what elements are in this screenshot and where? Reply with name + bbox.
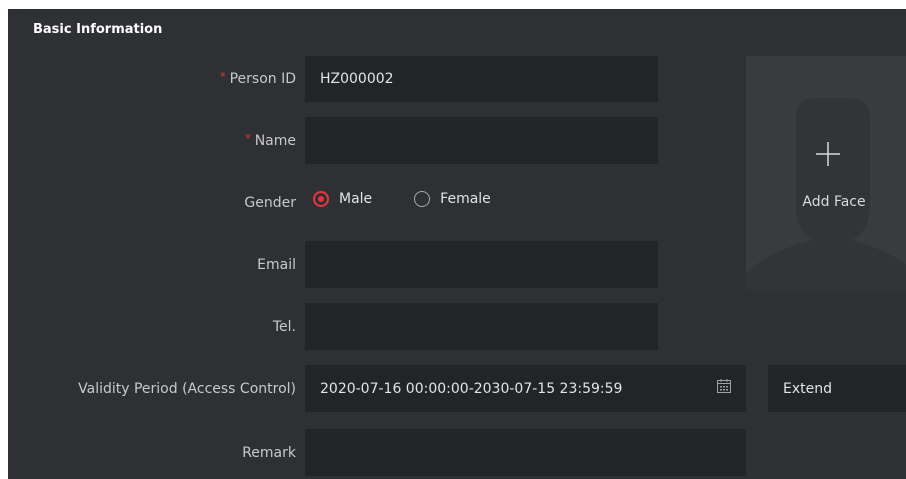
email-label: Email: [257, 257, 296, 273]
gender-radio-group: Male Female: [313, 191, 491, 207]
section-title: Basic Information: [33, 22, 163, 37]
validity-period-input[interactable]: 2020-07-16 00:00:00-2030-07-15 23:59:59: [305, 365, 746, 412]
gender-option-label: Male: [339, 191, 373, 207]
person-id-value: HZ000002: [320, 71, 394, 87]
gender-option-male[interactable]: Male: [313, 191, 372, 207]
email-input[interactable]: [305, 241, 658, 288]
radio-checked-icon[interactable]: [313, 191, 329, 207]
name-label-text: Name: [254, 133, 296, 149]
extend-value: Extend: [783, 380, 832, 397]
tel-input[interactable]: [305, 303, 658, 350]
plus-icon[interactable]: [815, 141, 841, 167]
required-mark: *: [245, 132, 251, 145]
gender-option-label: Female: [440, 191, 491, 207]
add-face-button[interactable]: Add Face: [746, 56, 906, 291]
gender-label: Gender: [244, 195, 296, 211]
name-label: * Name: [245, 132, 296, 149]
person-id-label: * Person ID: [220, 70, 296, 87]
remark-input[interactable]: [305, 429, 746, 476]
name-input[interactable]: [305, 117, 658, 164]
person-id-label-text: Person ID: [229, 71, 296, 87]
person-silhouette-icon: [746, 98, 906, 291]
add-face-label: Add Face: [802, 194, 866, 210]
required-mark: *: [220, 70, 226, 83]
gender-option-female[interactable]: Female: [414, 191, 491, 207]
calendar-icon[interactable]: [716, 378, 732, 394]
extend-dropdown[interactable]: Extend: [768, 365, 906, 412]
validity-period-value: 2020-07-16 00:00:00-2030-07-15 23:59:59: [320, 380, 623, 397]
radio-unchecked-icon[interactable]: [414, 191, 431, 207]
remark-label: Remark: [242, 445, 296, 461]
tel-label: Tel.: [272, 319, 296, 335]
person-id-input[interactable]: HZ000002: [305, 56, 658, 102]
basic-information-panel: Basic Information * Person ID HZ000002 * N…: [8, 9, 906, 479]
validity-period-label: Validity Period (Access Control): [78, 381, 296, 397]
